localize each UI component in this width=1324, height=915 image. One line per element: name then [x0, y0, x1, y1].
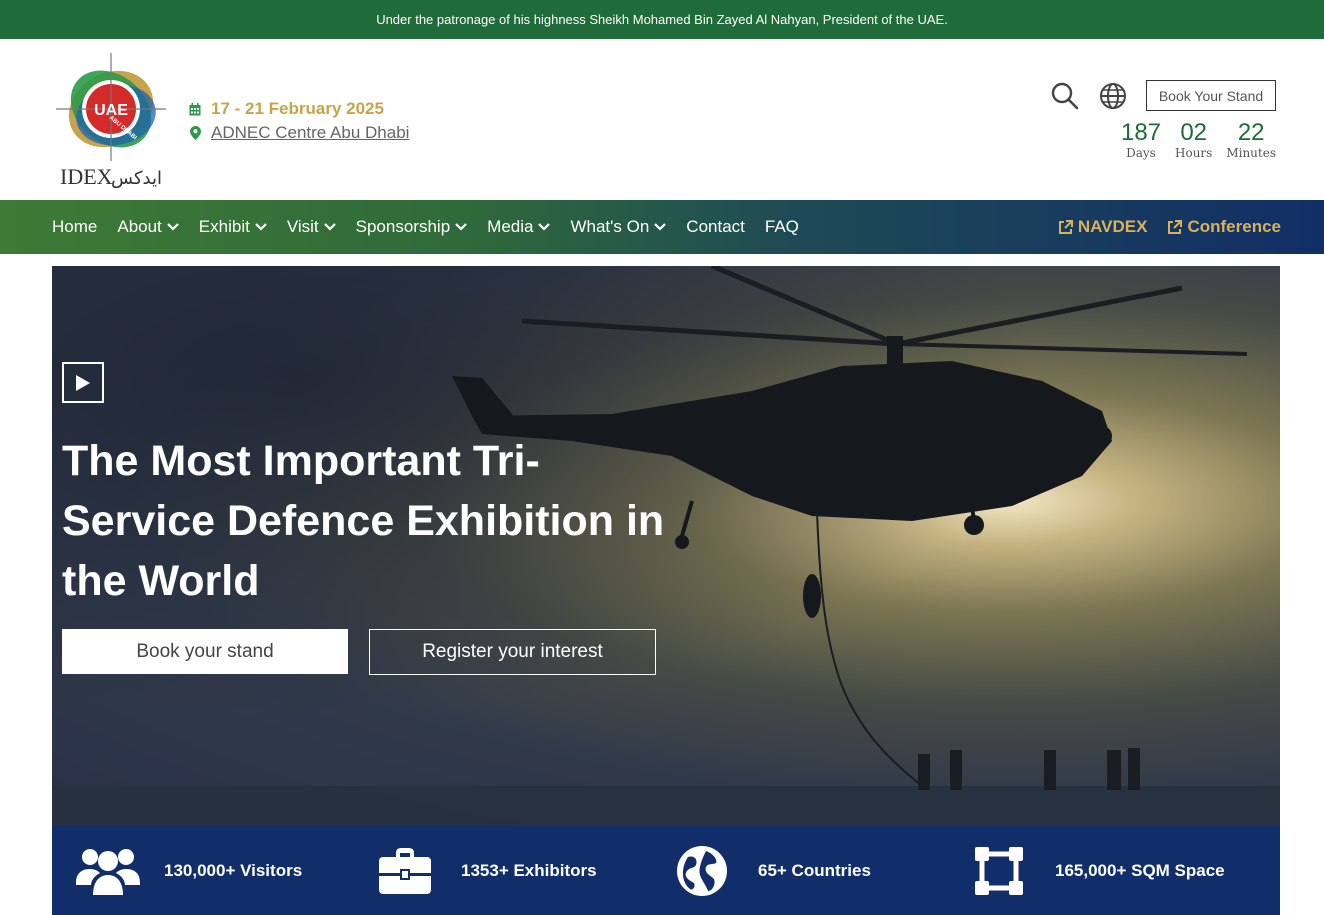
globe-icon [668, 843, 736, 899]
nav-item-about[interactable]: About [117, 217, 179, 237]
svg-text:IDEX: IDEX [60, 164, 113, 189]
calendar-icon [188, 102, 202, 116]
event-venue-row: ADNEC Centre Abu Dhabi [188, 121, 409, 145]
nav-item-sponsorship[interactable]: Sponsorship [356, 217, 468, 237]
idex-logo[interactable]: UAE ABU DHABI IDEX ايدكس [54, 51, 168, 191]
event-dates: 17 - 21 February 2025 [211, 99, 384, 118]
event-info: 17 - 21 February 2025 ADNEC Centre Abu D… [188, 97, 409, 145]
stat-countries-label: 65+ Countries [758, 860, 871, 880]
countdown-timer: 187 Days 02 Hours 22 Minutes [1107, 119, 1276, 161]
event-dates-row: 17 - 21 February 2025 [188, 97, 409, 121]
briefcase-icon [371, 843, 439, 899]
nav-item-faq[interactable]: FAQ [765, 217, 799, 237]
stat-space-label: 165,000+ SQM Space [1055, 860, 1225, 880]
chevron-down-icon [538, 223, 551, 231]
hero-actions: Book your stand Register your interest [62, 629, 656, 675]
map-pin-icon [188, 126, 202, 140]
stat-exhibitors-label: 1353+ Exhibitors [461, 860, 597, 880]
hero-banner: The Most Important Tri-Service Defence E… [52, 266, 1280, 826]
chevron-down-icon [455, 223, 467, 231]
stat-exhibitors: 1353+ Exhibitors [371, 826, 597, 915]
stat-visitors: 130,000+ Visitors [74, 826, 302, 915]
main-nav: Home About Exhibit Visit Sponsorship Media Wha… [0, 200, 1324, 254]
search-icon[interactable] [1050, 81, 1080, 111]
external-link-icon [1058, 219, 1073, 235]
countdown-minutes: 22 Minutes [1226, 119, 1276, 161]
chevron-down-icon [255, 223, 267, 231]
patronage-bar: Under the patronage of his highness Shei… [0, 0, 1324, 39]
patronage-text: Under the patronage of his highness Shei… [376, 12, 948, 27]
nav-item-what-s-on[interactable]: What's On [570, 217, 667, 237]
play-video-button[interactable] [62, 362, 104, 403]
stat-space: 165,000+ SQM Space [965, 826, 1225, 915]
chevron-down-icon [167, 223, 179, 231]
stat-countries: 65+ Countries [668, 826, 871, 915]
countdown-hours: 02 Hours [1175, 119, 1213, 161]
nav-external-navdex[interactable]: NAVDEX [1058, 217, 1147, 237]
external-link-icon [1167, 219, 1183, 235]
book-your-stand-hero-button[interactable]: Book your stand [62, 629, 348, 674]
users-icon [74, 843, 142, 899]
site-header: UAE ABU DHABI IDEX ايدكس 17 - 21 Februar… [0, 39, 1324, 200]
event-venue-link[interactable]: ADNEC Centre Abu Dhabi [211, 123, 409, 143]
vector-square-icon [965, 843, 1033, 899]
countdown-days: 187 Days [1120, 119, 1162, 161]
globe-language-icon[interactable] [1098, 81, 1128, 111]
nav-item-media[interactable]: Media [487, 217, 551, 237]
nav-external-conference[interactable]: Conference [1167, 217, 1281, 237]
chevron-down-icon [323, 223, 336, 231]
svg-text:ايدكس: ايدكس [111, 168, 162, 189]
nav-item-exhibit[interactable]: Exhibit [199, 217, 267, 237]
nav-item-home[interactable]: Home [52, 217, 97, 237]
play-icon [76, 374, 90, 391]
register-interest-button[interactable]: Register your interest [369, 629, 656, 675]
stat-visitors-label: 130,000+ Visitors [164, 860, 303, 880]
nav-item-contact[interactable]: Contact [686, 217, 745, 237]
book-your-stand-button[interactable]: Book Your Stand [1146, 80, 1276, 111]
stats-strip: 130,000+ Visitors 1353+ Exhibitors 65+ C… [52, 826, 1280, 915]
hero-title: The Most Important Tri-Service Defence E… [62, 437, 665, 605]
nav-item-visit[interactable]: Visit [287, 217, 336, 237]
chevron-down-icon [654, 223, 667, 231]
